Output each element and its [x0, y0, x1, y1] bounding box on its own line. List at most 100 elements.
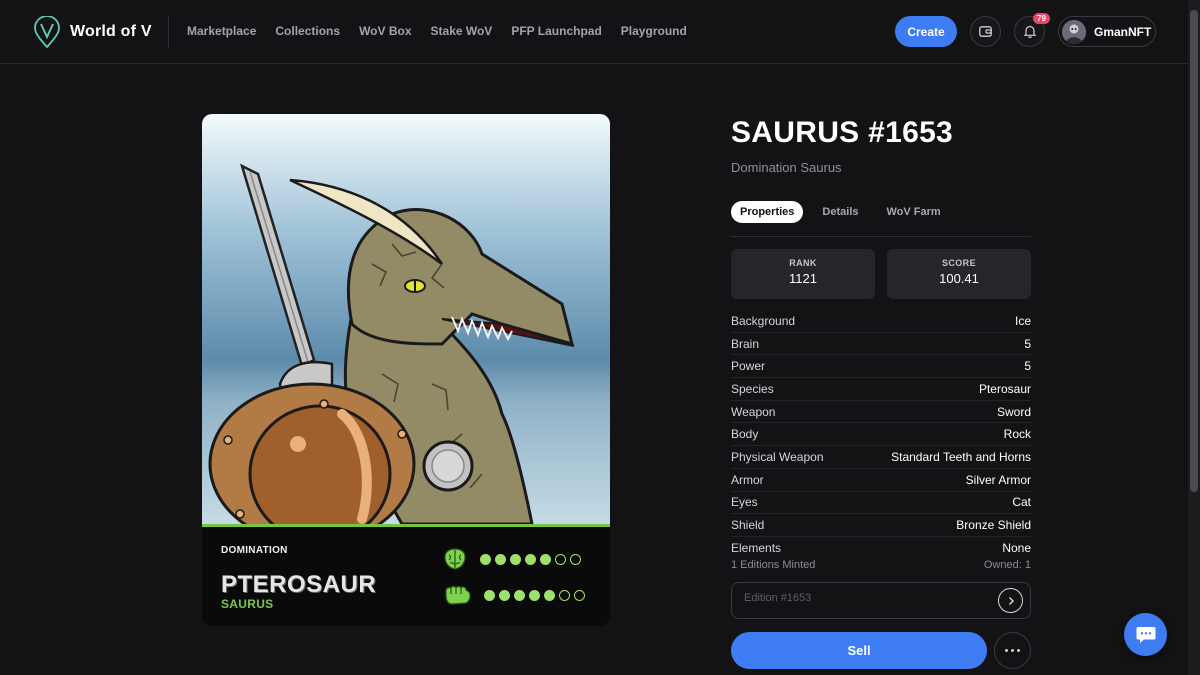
card-species-name: PTEROSAUR [221, 571, 377, 598]
property-key: Weapon [731, 404, 776, 419]
level-dot [480, 553, 491, 565]
editions-info: 1 Editions Minted Owned: 1 [731, 559, 1031, 571]
wallet-icon [979, 26, 992, 37]
property-key: Eyes [731, 495, 758, 510]
property-value: Bronze Shield [956, 518, 1031, 533]
property-key: Body [731, 427, 759, 442]
chat-support-button[interactable] [1124, 613, 1167, 656]
collection-name[interactable]: Domination Saurus [731, 160, 842, 175]
property-key: Power [731, 359, 766, 374]
card-brand-label: DOMINATION [221, 545, 288, 556]
main-nav: Marketplace Collections WoV Box Stake Wo… [187, 24, 687, 38]
notification-count-badge: 79 [1033, 13, 1050, 24]
card-info-panel: DOMINATION PTEROSAUR SAURUS [202, 527, 610, 626]
chat-bubble-icon [1136, 626, 1155, 643]
property-row: Brain 5 [731, 333, 1031, 356]
nav-stake-wov[interactable]: Stake WoV [431, 24, 493, 38]
level-dot [499, 589, 510, 601]
tab-properties[interactable]: Properties [731, 201, 804, 223]
score-label: SCORE [941, 258, 976, 268]
nav-marketplace[interactable]: Marketplace [187, 24, 256, 38]
username: GmanNFT [1094, 24, 1152, 39]
property-key: Armor [731, 472, 764, 487]
level-dot [555, 553, 566, 565]
property-value: Cat [1012, 495, 1031, 510]
property-row: Body Rock [731, 423, 1031, 447]
property-row: Elements None [731, 537, 1031, 560]
property-row: Background Ice [731, 310, 1031, 333]
create-button[interactable]: Create [895, 16, 957, 47]
power-stat-row [442, 583, 585, 607]
editions-minted: 1 Editions Minted [731, 559, 816, 571]
fist-icon [445, 585, 471, 605]
brand-name: World of V [70, 23, 152, 40]
nft-card[interactable]: DOMINATION PTEROSAUR SAURUS [202, 114, 610, 626]
detail-tabs: Properties Details WoV Farm [731, 201, 950, 223]
level-dot [540, 553, 551, 565]
edition-search [731, 582, 1031, 619]
property-key: Physical Weapon [731, 449, 824, 464]
tab-wov-farm[interactable]: WoV Farm [878, 201, 950, 223]
property-value: Standard Teeth and Horns [891, 449, 1031, 464]
property-value: Rock [1003, 427, 1031, 442]
tabs-divider [731, 236, 1031, 237]
property-row: Species Pterosaur [731, 378, 1031, 401]
rank-value: 1121 [789, 271, 817, 286]
property-key: Species [731, 381, 774, 396]
page-scrollbar[interactable] [1188, 0, 1200, 675]
brain-level-dots [480, 553, 581, 565]
edition-input[interactable] [744, 592, 984, 604]
world-of-v-logo-icon [34, 16, 60, 48]
nav-wov-box[interactable]: WoV Box [359, 24, 411, 38]
property-value: Silver Armor [965, 472, 1031, 487]
level-dot [510, 553, 521, 565]
wallet-button[interactable] [970, 16, 1001, 47]
level-dot [544, 589, 555, 601]
level-dot [514, 589, 525, 601]
property-key: Elements [731, 541, 782, 556]
property-row: Power 5 [731, 355, 1031, 379]
owned-count: Owned: 1 [983, 559, 1031, 571]
nav-pfp-launchpad[interactable]: PFP Launchpad [511, 24, 601, 38]
property-value: Sword [996, 404, 1031, 419]
property-row: Physical Weapon Standard Teeth and Horns [731, 446, 1031, 469]
property-value: 5 [1024, 359, 1031, 374]
property-key: Background [731, 313, 796, 328]
nft-artwork [202, 114, 610, 524]
avatar [1062, 19, 1086, 44]
property-row: Armor Silver Armor [731, 469, 1031, 492]
property-value: 5 [1024, 336, 1031, 351]
properties-list: Background Ice Brain 5 Power 5 Species Ptero… [731, 310, 1031, 560]
brand-logo[interactable]: World of V [34, 16, 152, 48]
bell-icon [1023, 25, 1036, 38]
sell-button[interactable]: Sell [731, 632, 987, 669]
brain-icon [444, 548, 466, 570]
level-dot [570, 553, 581, 565]
level-dot [574, 589, 585, 601]
level-dot [525, 553, 536, 565]
property-key: Shield [731, 518, 765, 533]
user-menu[interactable]: GmanNFT [1058, 16, 1156, 47]
more-options-button[interactable] [994, 632, 1031, 669]
score-value: 100.41 [939, 271, 979, 286]
ellipsis-icon [1005, 649, 1008, 652]
notifications-button[interactable]: 79 [1014, 13, 1050, 47]
top-navigation-bar: World of V Marketplace Collections WoV B… [0, 0, 1188, 64]
scrollbar-thumb[interactable] [1190, 10, 1198, 492]
rank-label: RANK [789, 258, 817, 268]
user-avatar-icon [1062, 19, 1086, 44]
property-row: Weapon Sword [731, 401, 1031, 424]
property-value: Ice [1014, 313, 1031, 328]
nav-collections[interactable]: Collections [275, 24, 340, 38]
level-dot [495, 553, 506, 565]
rank-box: RANK 1121 [731, 249, 875, 299]
card-type-label: SAURUS [221, 597, 274, 611]
chevron-right-icon [1008, 596, 1014, 605]
tab-details[interactable]: Details [813, 201, 867, 223]
edition-go-button[interactable] [998, 588, 1023, 613]
nft-title: SAURUS #1653 [731, 116, 954, 149]
property-row: Shield Bronze Shield [731, 514, 1031, 537]
nav-playground[interactable]: Playground [621, 24, 687, 38]
ellipsis-icon [1011, 649, 1014, 652]
level-dot [529, 589, 540, 601]
